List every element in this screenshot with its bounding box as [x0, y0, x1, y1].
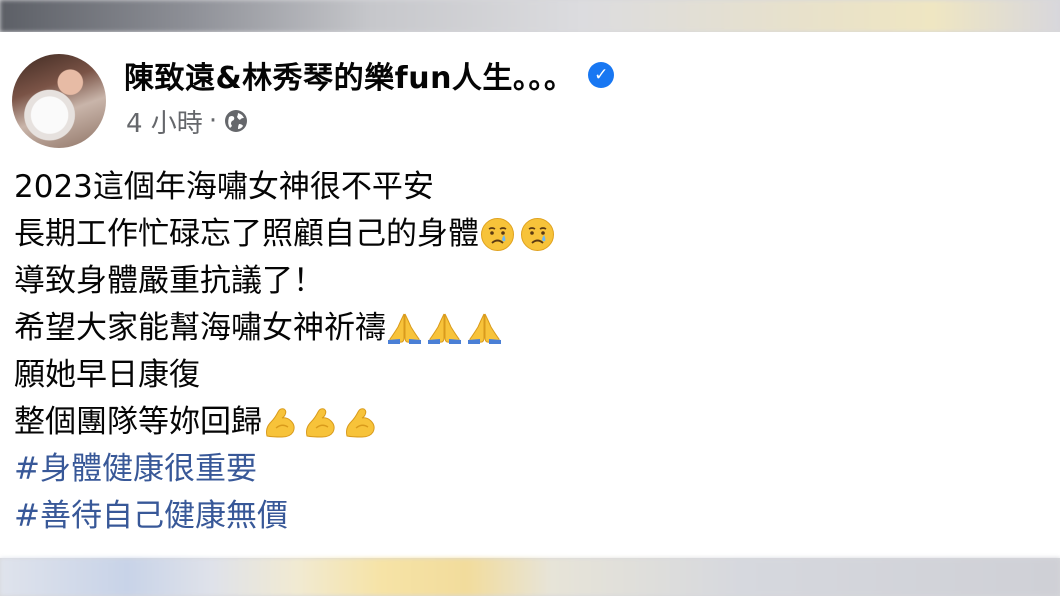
verified-badge-icon: ✓ — [588, 62, 615, 88]
post-timestamp[interactable]: 4 小時 — [126, 103, 203, 140]
hashtag-line: #身體健康很重要 — [14, 446, 559, 493]
post-text-line: 整個團隊等妳回歸 — [14, 399, 559, 446]
hashtag-link[interactable]: #身體健康很重要 — [14, 446, 257, 493]
post-text-line: 願她早日康復 — [14, 352, 559, 399]
sad-tear-face-icon — [479, 216, 516, 253]
post-text-line: 希望大家能幫海嘯女神祈禱 — [14, 305, 559, 352]
flexed-biceps-icon — [302, 404, 339, 441]
hashtag-line: #善待自己健康無價 — [14, 493, 559, 540]
folded-hands-icon — [386, 310, 423, 347]
page-name-text[interactable]: 陳致遠&林秀琴的樂fun人生。。。 — [124, 53, 574, 97]
post-text-line: 導致身體嚴重抗議了！ — [14, 258, 559, 305]
post-text: 導致身體嚴重抗議了！ — [14, 263, 324, 299]
post-meta: 4 小時 · — [126, 103, 249, 140]
flexed-biceps-icon — [262, 404, 299, 441]
post-text: 整個團隊等妳回歸 — [14, 404, 262, 440]
meta-separator: · — [208, 106, 218, 136]
flexed-biceps-icon — [342, 404, 379, 441]
background-blur-top — [0, 0, 1060, 32]
folded-hands-icon — [466, 310, 503, 347]
post-text-line: 2023這個年海嘯女神很不平安 — [14, 164, 559, 211]
page-name-link[interactable]: 陳致遠&林秀琴的樂fun人生。。。 ✓ — [124, 53, 615, 97]
page-avatar[interactable] — [12, 54, 106, 148]
folded-hands-icon — [426, 310, 463, 347]
background-blur-bottom — [0, 558, 1060, 596]
globe-icon[interactable] — [223, 108, 249, 134]
post-text-line: 長期工作忙碌忘了照顧自己的身體 — [14, 211, 559, 258]
sad-tear-face-icon — [519, 216, 556, 253]
post-text: 長期工作忙碌忘了照顧自己的身體 — [14, 216, 479, 252]
post-card: 陳致遠&林秀琴的樂fun人生。。。 ✓ 4 小時 · 2023這個年海嘯女神很不… — [0, 32, 1060, 558]
post-text: 願她早日康復 — [14, 357, 200, 393]
post-text: 2023這個年海嘯女神很不平安 — [14, 169, 434, 205]
hashtag-link[interactable]: #善待自己健康無價 — [14, 493, 288, 540]
post-body: 2023這個年海嘯女神很不平安長期工作忙碌忘了照顧自己的身體 導致身體嚴重抗議了！… — [14, 164, 559, 540]
post-text: 希望大家能幫海嘯女神祈禱 — [14, 310, 386, 346]
